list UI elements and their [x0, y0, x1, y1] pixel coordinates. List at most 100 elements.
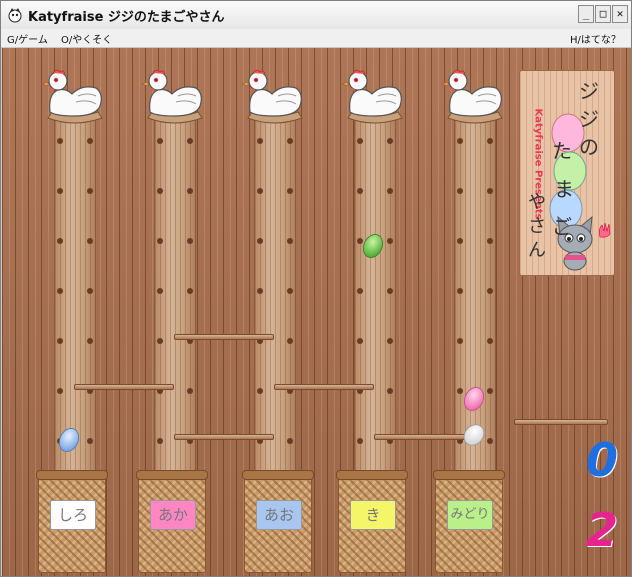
peg-hole: [187, 288, 193, 294]
plank[interactable]: [74, 384, 174, 390]
basket-label-green: みどり: [447, 500, 493, 530]
peg-hole: [87, 288, 93, 294]
sign-title-char: ん: [528, 240, 546, 261]
basket-rim: [136, 470, 208, 480]
peg-hole: [157, 138, 163, 144]
egg-green: [362, 234, 384, 258]
peg-hole: [387, 288, 393, 294]
sign-title-char: の: [579, 135, 599, 159]
hen-icon: [441, 69, 503, 124]
score-blue: 0: [586, 433, 619, 487]
sign-subtitle: や さ ん: [524, 191, 550, 263]
plank[interactable]: [274, 384, 374, 390]
peg-hole: [157, 188, 163, 194]
peg-hole: [87, 138, 93, 144]
peg-hole: [257, 388, 263, 394]
peg-hole: [457, 288, 463, 294]
hen-icon: [141, 69, 203, 124]
basket-red[interactable]: あか: [136, 470, 208, 573]
hen-icon: [41, 69, 103, 124]
peg-hole: [387, 388, 393, 394]
spare-plank[interactable]: [514, 419, 608, 425]
peg-hole: [57, 288, 63, 294]
basket-label-yellow: き: [350, 500, 396, 530]
menu-help[interactable]: H/はてな？: [570, 31, 621, 46]
peg-hole: [357, 438, 363, 444]
close-button[interactable]: ✕: [612, 5, 628, 23]
score-pink: 2: [586, 503, 619, 557]
peg-hole: [287, 338, 293, 344]
basket-green[interactable]: みどり: [433, 470, 505, 573]
hen-icon: [341, 69, 403, 124]
peg-hole: [287, 138, 293, 144]
sign-title-char: や: [528, 192, 546, 213]
peg-hole: [487, 288, 493, 294]
menu-bar: G/ゲーム O/やくそく H/はてな？: [1, 29, 631, 48]
peg-hole: [257, 188, 263, 194]
peg-hole: [387, 138, 393, 144]
peg-hole: [357, 188, 363, 194]
plank[interactable]: [374, 434, 474, 440]
peg-hole: [57, 138, 63, 144]
window-title: Katyfraise ジジのたまごやさん: [28, 10, 225, 25]
egg-blue: [58, 428, 80, 452]
peg-hole: [487, 188, 493, 194]
basket-yellow[interactable]: き: [336, 470, 408, 573]
hen-icon: [241, 69, 303, 124]
pole-2: [154, 118, 196, 528]
peg-hole: [457, 188, 463, 194]
peg-hole: [387, 238, 393, 244]
basket-rim: [242, 470, 314, 480]
peg-hole: [287, 188, 293, 194]
minimize-button[interactable]: _: [578, 5, 594, 23]
peg-hole: [357, 338, 363, 344]
peg-hole: [287, 238, 293, 244]
pole-3: [254, 118, 296, 528]
pole-1: [54, 118, 96, 528]
pole-5: [454, 118, 496, 528]
peg-hole: [87, 238, 93, 244]
basket-white[interactable]: しろ: [36, 470, 108, 573]
sign-title-char: ま: [554, 177, 574, 201]
sign-title-char: ジ: [579, 79, 599, 103]
peg-hole: [387, 188, 393, 194]
hand-paw-icon: [599, 222, 611, 238]
basket-rim: [433, 470, 505, 480]
sign-title-char: ジ: [579, 107, 599, 131]
peg-hole: [87, 338, 93, 344]
peg-hole: [387, 338, 393, 344]
peg-hole: [257, 288, 263, 294]
title-bar: Katyfraise ジジのたまごやさん _ □ ✕: [1, 1, 631, 30]
peg-hole: [57, 388, 63, 394]
pole-4: [354, 118, 396, 528]
basket-rim: [336, 470, 408, 480]
plank[interactable]: [174, 334, 274, 340]
game-board[interactable]: しろ あか あお き みどり Katyfraise Presents ジ ジ の…: [2, 48, 631, 576]
basket-blue[interactable]: あお: [242, 470, 314, 573]
title-sign: Katyfraise Presents ジ ジ の た ま ご や さ ん: [519, 70, 615, 276]
peg-hole: [157, 288, 163, 294]
plank[interactable]: [174, 434, 274, 440]
peg-hole: [487, 138, 493, 144]
app-icon: [8, 8, 22, 23]
peg-hole: [157, 238, 163, 244]
egg-pink: [463, 387, 485, 411]
peg-hole: [457, 138, 463, 144]
basket-rim: [36, 470, 108, 480]
peg-hole: [57, 338, 63, 344]
peg-hole: [157, 338, 163, 344]
peg-hole: [187, 138, 193, 144]
sign-title-char: た: [552, 139, 572, 163]
peg-hole: [487, 238, 493, 244]
maximize-button[interactable]: □: [595, 5, 611, 23]
sign-title: ジ ジ の た ま ご: [552, 77, 604, 239]
sign-presents: Katyfraise Presents: [532, 108, 544, 220]
peg-hole: [487, 438, 493, 444]
peg-hole: [457, 338, 463, 344]
peg-hole: [287, 438, 293, 444]
menu-game[interactable]: G/ゲーム: [7, 31, 48, 46]
menu-rules[interactable]: O/やくそく: [61, 31, 112, 46]
peg-hole: [257, 138, 263, 144]
peg-hole: [87, 438, 93, 444]
basket-label-blue: あお: [256, 500, 302, 530]
